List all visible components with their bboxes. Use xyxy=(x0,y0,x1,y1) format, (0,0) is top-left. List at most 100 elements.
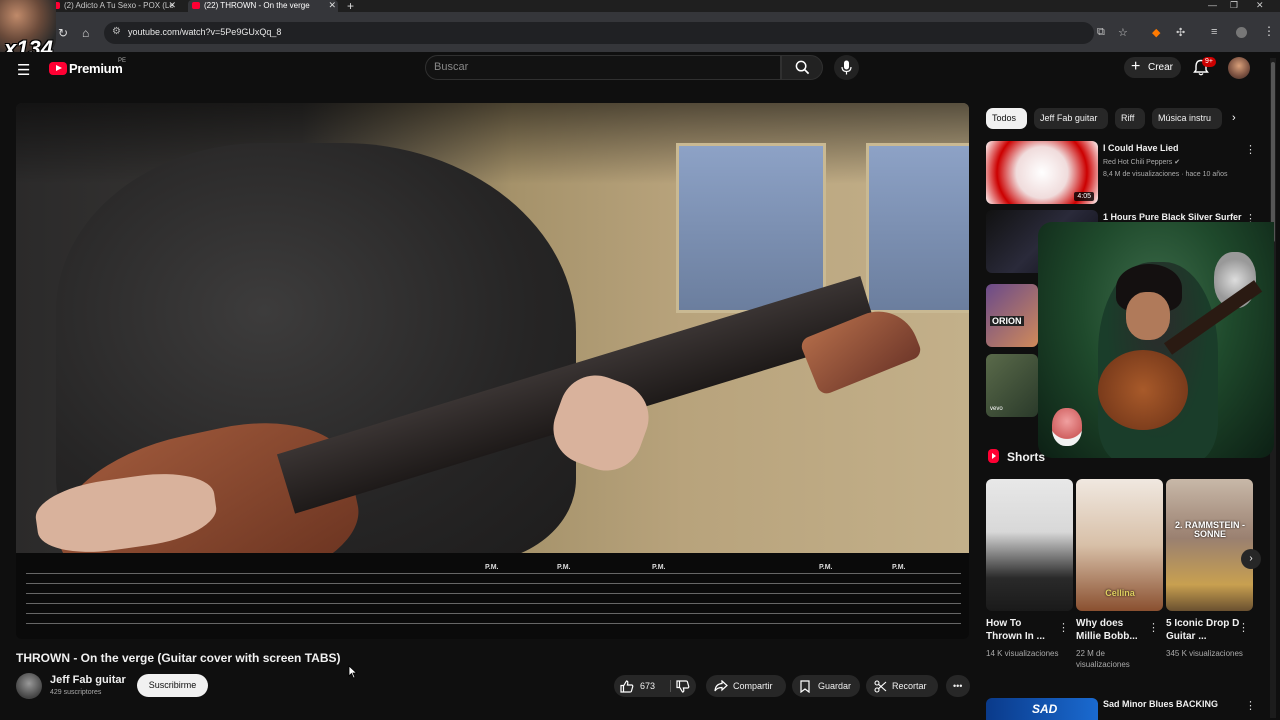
brand-premium[interactable]: Premium xyxy=(69,61,123,76)
more-actions-button[interactable]: ••• xyxy=(946,675,970,697)
media-control-icon[interactable]: ≡ xyxy=(1211,26,1217,38)
chevron-right-icon[interactable]: › xyxy=(1232,112,1236,124)
microphone-icon xyxy=(841,60,852,75)
site-info-icon[interactable]: ⚙ xyxy=(112,26,121,37)
scrollbar-thumb[interactable] xyxy=(1271,62,1275,242)
rec-more-icon[interactable]: ⋮ xyxy=(1245,699,1256,712)
short-thumbnail[interactable]: 2. RAMMSTEIN - SONNE xyxy=(1166,479,1253,611)
create-label: Crear xyxy=(1148,62,1174,73)
home-icon[interactable]: ⌂ xyxy=(82,26,89,40)
extension-fox-icon[interactable]: ◆ xyxy=(1152,26,1160,39)
video-frame xyxy=(16,103,969,623)
search-icon xyxy=(795,60,810,75)
rec-thumbnail[interactable]: 4:05 xyxy=(986,141,1098,204)
verified-icon: ✔ xyxy=(1174,159,1181,166)
save-label: Guardar xyxy=(818,681,852,691)
install-app-icon[interactable]: ⧉ xyxy=(1097,26,1105,39)
short-title[interactable]: Why does Millie Bobb... xyxy=(1076,617,1150,643)
close-tab-icon[interactable]: ✕ xyxy=(328,0,336,11)
search-placeholder: Buscar xyxy=(434,61,469,73)
thumbs-up-icon xyxy=(620,680,634,693)
video-duration: 4:05 xyxy=(1074,192,1094,201)
thumb-text-orion: ORION xyxy=(990,316,1024,326)
rec-thumbnail[interactable]: ORION xyxy=(986,284,1038,347)
extensions-puzzle-icon[interactable]: ✣ xyxy=(1176,26,1185,39)
youtube-favicon xyxy=(192,2,200,9)
shorts-next-button[interactable]: › xyxy=(1241,549,1261,569)
bookmark-icon xyxy=(800,680,810,693)
rec-channel: Red Hot Chili Peppers ✔ xyxy=(1103,158,1253,166)
short-views: 22 M de visualizaciones xyxy=(1076,649,1130,669)
notification-badge: 9+ xyxy=(1202,57,1216,67)
short-title[interactable]: How To Thrown In ... xyxy=(986,617,1060,643)
share-arrow-icon xyxy=(714,680,728,692)
short-overlay-text: Cellina xyxy=(1105,588,1135,598)
plus-icon: + xyxy=(1131,58,1141,75)
minimize-icon[interactable]: — xyxy=(1208,0,1217,10)
browser-profile-icon[interactable] xyxy=(1236,27,1247,38)
video-player[interactable]: P.M. P.M. P.M. P.M. P.M. xyxy=(16,103,969,639)
short-more-icon[interactable]: ⋮ xyxy=(1238,621,1249,634)
close-tab-icon[interactable]: ✕ xyxy=(168,0,176,11)
palm-mute-marker: P.M. xyxy=(652,564,666,571)
mouse-cursor-icon xyxy=(348,665,358,679)
pig-sticker-overlay xyxy=(1052,408,1082,446)
channel-name[interactable]: Jeff Fab guitar xyxy=(50,674,126,686)
voice-search-button[interactable] xyxy=(834,55,859,80)
shorts-logo-icon xyxy=(988,449,999,463)
channel-avatar[interactable] xyxy=(16,673,42,699)
like-button[interactable]: 673 xyxy=(614,675,670,697)
url-text[interactable]: youtube.com/watch?v=5Pe9GUxQq_8 xyxy=(128,27,281,37)
browser-menu-icon[interactable]: ⋮ xyxy=(1263,24,1275,38)
browser-tab-2-title: (22) THROWN - On the verge xyxy=(204,1,310,10)
maximize-icon[interactable]: ❐ xyxy=(1230,0,1238,11)
short-more-icon[interactable]: ⋮ xyxy=(1148,621,1159,634)
chip-instrumental[interactable]: Música instru xyxy=(1152,108,1222,129)
short-overlay-text: 2. RAMMSTEIN - SONNE xyxy=(1174,520,1245,539)
search-input[interactable] xyxy=(425,55,781,80)
thumb-text-vevo: vevo xyxy=(990,406,1003,412)
palm-mute-marker: P.M. xyxy=(557,564,571,571)
rec-title[interactable]: 1 Hours Pure Black Silver Surfer xyxy=(1103,212,1243,222)
tab-staff xyxy=(26,573,961,633)
short-more-icon[interactable]: ⋮ xyxy=(1058,621,1069,634)
rec-title[interactable]: Sad Minor Blues BACKING xyxy=(1103,699,1218,709)
short-views: 345 K visualizaciones xyxy=(1166,649,1243,658)
palm-mute-marker: P.M. xyxy=(485,564,499,571)
short-thumbnail[interactable] xyxy=(986,479,1073,611)
bookmark-star-icon[interactable]: ☆ xyxy=(1118,26,1128,39)
rec-title[interactable]: I Could Have Lied xyxy=(1103,143,1243,153)
user-avatar[interactable] xyxy=(1228,57,1250,79)
rec-channel-name: Red Hot Chili Peppers xyxy=(1103,159,1173,166)
rec-meta: 8,4 M de visualizaciones · hace 10 años xyxy=(1103,171,1228,178)
palm-mute-marker: P.M. xyxy=(819,564,833,571)
chip-all[interactable]: Todos xyxy=(986,108,1027,129)
menu-hamburger-icon[interactable]: ☰ xyxy=(17,61,30,79)
thumbs-down-icon xyxy=(676,680,690,693)
more-horizontal-icon: ••• xyxy=(953,681,963,691)
rec-thumbnail[interactable]: SAD xyxy=(986,698,1098,720)
search-button[interactable] xyxy=(781,55,823,80)
share-button[interactable]: Compartir xyxy=(706,675,786,697)
browser-tab-1[interactable]: (2) Adicto A Tu Sexo - POX (Le ✕ xyxy=(48,0,178,12)
chip-channel[interactable]: Jeff Fab guitar xyxy=(1034,108,1108,129)
youtube-logo-icon[interactable] xyxy=(49,62,67,75)
scissors-icon xyxy=(874,680,887,693)
save-button[interactable]: Guardar xyxy=(792,675,860,697)
share-label: Compartir xyxy=(733,681,773,691)
shorts-heading: Shorts xyxy=(1007,450,1046,464)
rec-thumbnail[interactable]: vevo xyxy=(986,354,1038,417)
browser-tab-2[interactable]: (22) THROWN - On the verge ✕ xyxy=(188,0,338,12)
reload-icon[interactable]: ↻ xyxy=(58,26,68,40)
browser-tab-1-title: (2) Adicto A Tu Sexo - POX (Le xyxy=(64,1,174,10)
subscribe-button[interactable]: Suscribirme xyxy=(137,674,208,697)
clip-button[interactable]: Recortar xyxy=(866,675,938,697)
chip-riff[interactable]: Riff xyxy=(1115,108,1145,129)
short-thumbnail[interactable]: Cellina xyxy=(1076,479,1163,611)
window-left-pane xyxy=(676,143,826,313)
rec-more-icon[interactable]: ⋮ xyxy=(1245,143,1256,156)
short-title[interactable]: 5 Iconic Drop D Guitar ... xyxy=(1166,617,1240,643)
country-code: PE xyxy=(118,58,127,64)
close-window-icon[interactable]: ✕ xyxy=(1256,0,1264,11)
dislike-button[interactable] xyxy=(671,675,696,697)
